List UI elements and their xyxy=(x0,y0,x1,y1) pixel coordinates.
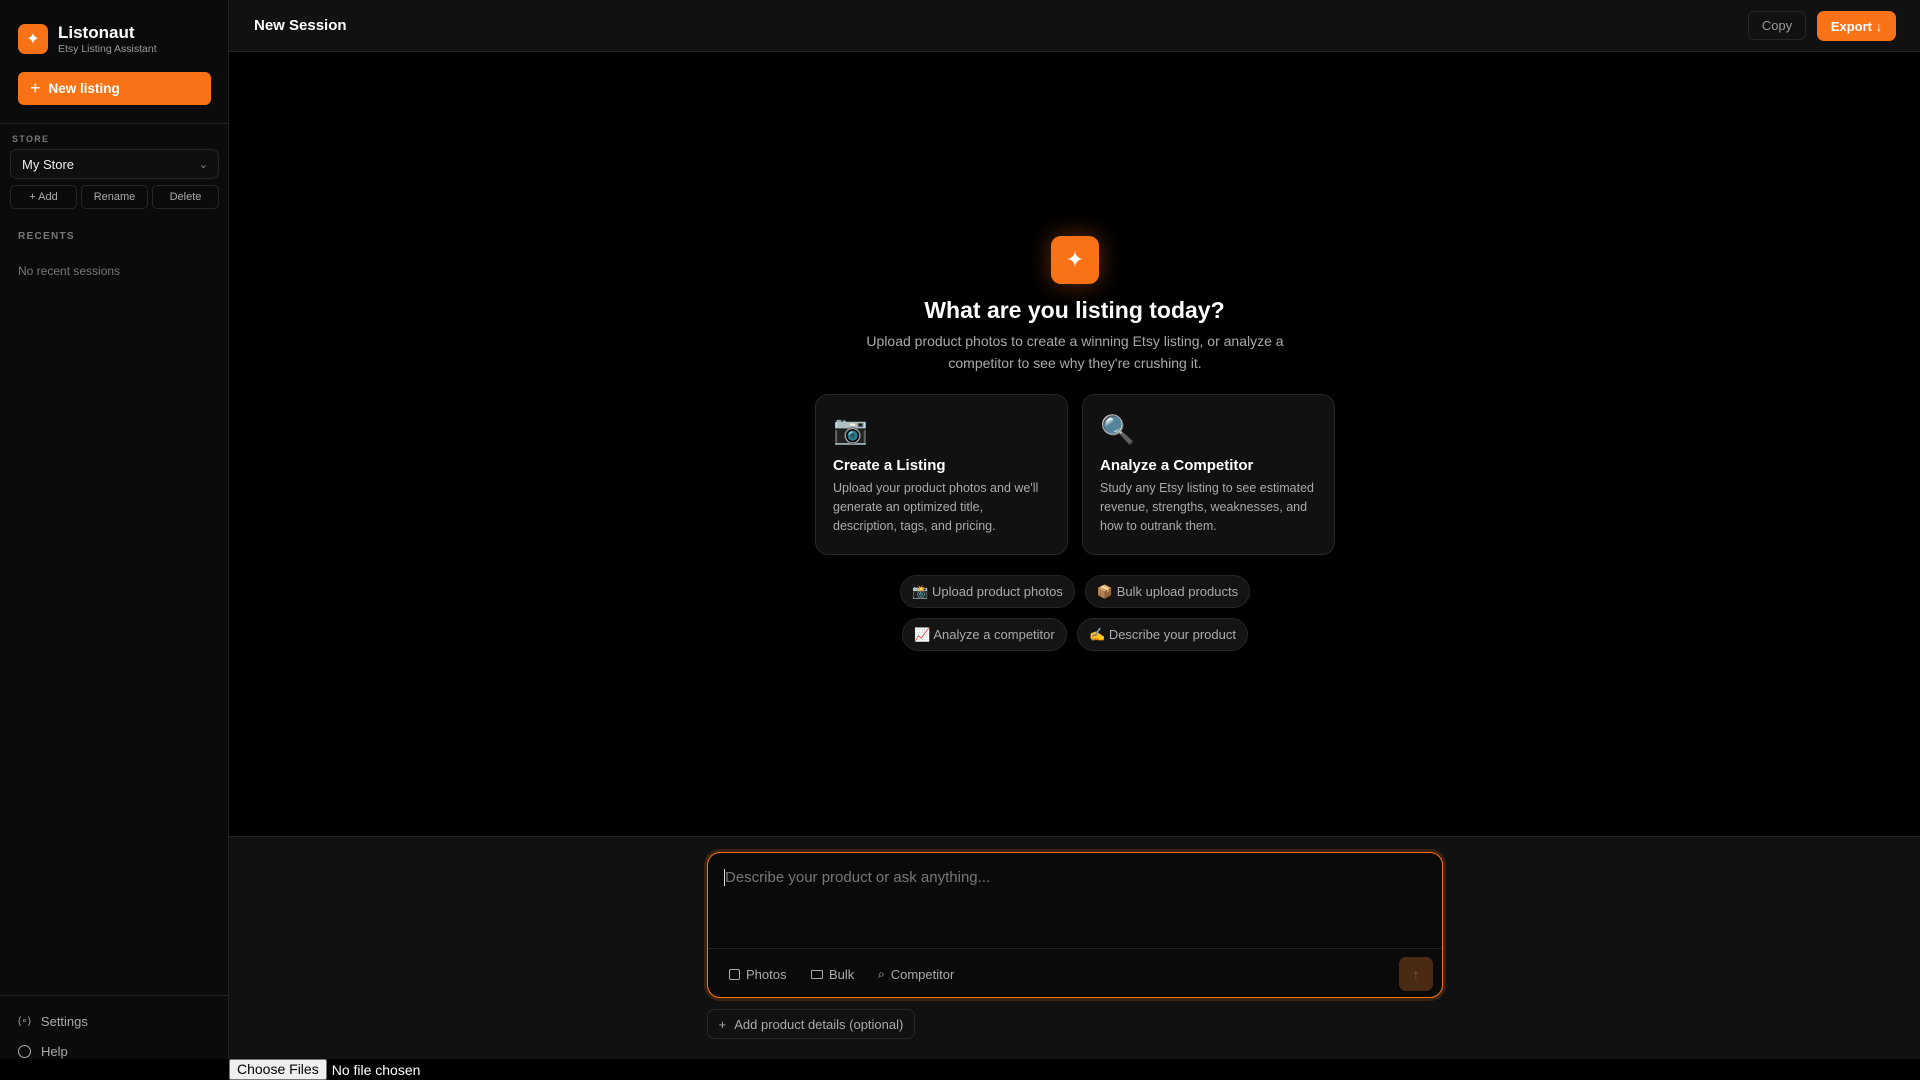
magnifier-icon: 🔍 xyxy=(1100,414,1135,445)
competitor-button[interactable]: ⌕ Competitor xyxy=(878,967,954,982)
delete-store-button[interactable]: Delete xyxy=(152,185,219,209)
message-composer[interactable]: Describe your product or ask anything...… xyxy=(707,852,1443,998)
top-bar: New Session Copy Export ↓ xyxy=(229,0,1920,52)
divider xyxy=(0,995,229,996)
card-title: Analyze a Competitor xyxy=(1100,457,1254,474)
recents-label: RECENTS xyxy=(18,231,75,242)
camera-icon: 📷 xyxy=(833,414,868,445)
arrow-up-icon: ↑ xyxy=(1412,966,1420,982)
new-listing-label: New listing xyxy=(48,81,120,96)
bulk-button[interactable]: Bulk xyxy=(811,967,854,982)
copy-button[interactable]: Copy xyxy=(1748,11,1806,40)
file-input[interactable]: Choose Files No file chosen xyxy=(229,1059,420,1080)
export-button[interactable]: Export ↓ xyxy=(1817,11,1896,41)
add-product-details-button[interactable]: + Add product details (optional) xyxy=(707,1009,915,1039)
card-description: Upload your product photos and we'll gen… xyxy=(833,481,1039,533)
plus-icon: + xyxy=(30,78,41,98)
plus-icon: + xyxy=(718,1016,727,1032)
card-title: Create a Listing xyxy=(833,457,946,474)
store-select[interactable]: My Store ⌄ xyxy=(10,149,219,179)
add-store-button[interactable]: + Add xyxy=(10,185,77,209)
create-listing-card[interactable]: 📷 Create a Listing Upload your product p… xyxy=(815,394,1068,555)
chip-upload-photos[interactable]: 📸 Upload product photos xyxy=(900,575,1075,608)
choose-files-button[interactable]: Choose Files xyxy=(229,1059,327,1080)
image-icon xyxy=(729,969,740,980)
search-icon: ⌕ xyxy=(878,967,885,981)
settings-label: Settings xyxy=(40,1014,88,1029)
app-name: Listonaut xyxy=(58,23,135,42)
chevron-down-icon: ⌄ xyxy=(198,158,208,171)
store-value: My Store xyxy=(22,156,75,172)
sidebar: ✦ Listonaut Etsy Listing Assistant + New … xyxy=(0,0,229,1059)
send-button[interactable]: ↑ xyxy=(1399,957,1433,991)
photos-label: Photos xyxy=(746,967,787,982)
settings-link[interactable]: (∘) Settings xyxy=(18,1014,88,1029)
card-description: Study any Etsy listing to see estimated … xyxy=(1100,481,1314,533)
analyze-competitor-card[interactable]: 🔍 Analyze a Competitor Study any Etsy li… xyxy=(1082,394,1335,555)
message-input[interactable]: Describe your product or ask anything... xyxy=(724,869,990,886)
sparkle-icon: ✦ xyxy=(18,24,48,54)
monitor-icon xyxy=(811,970,823,979)
settings-icon: (∘) xyxy=(18,1016,31,1027)
photos-button[interactable]: Photos xyxy=(729,967,786,982)
chip-analyze-competitor[interactable]: 📈 Analyze a competitor xyxy=(902,618,1067,651)
rename-store-button[interactable]: Rename xyxy=(81,185,148,209)
session-title: New Session xyxy=(254,17,347,34)
hero-subtitle: Upload product photos to create a winnin… xyxy=(866,333,1284,371)
file-status: No file chosen xyxy=(331,1061,421,1078)
hero-title: What are you listing today? xyxy=(924,297,1225,323)
sparkle-icon: ✦ xyxy=(1051,236,1099,284)
store-label: STORE xyxy=(12,134,50,144)
help-label: Help xyxy=(41,1044,68,1059)
chip-describe-product[interactable]: ✍️ Describe your product xyxy=(1077,618,1248,651)
app-subtitle: Etsy Listing Assistant xyxy=(58,43,157,55)
new-listing-button[interactable]: + New listing xyxy=(18,72,211,105)
help-icon xyxy=(18,1045,31,1058)
help-link[interactable]: Help xyxy=(18,1044,68,1059)
bulk-label: Bulk xyxy=(829,967,855,982)
recents-empty: No recent sessions xyxy=(18,264,121,278)
competitor-label: Competitor xyxy=(890,967,955,982)
chip-bulk-upload[interactable]: 📦 Bulk upload products xyxy=(1085,575,1250,608)
divider xyxy=(0,123,229,124)
add-details-label: Add product details (optional) xyxy=(734,1016,904,1032)
